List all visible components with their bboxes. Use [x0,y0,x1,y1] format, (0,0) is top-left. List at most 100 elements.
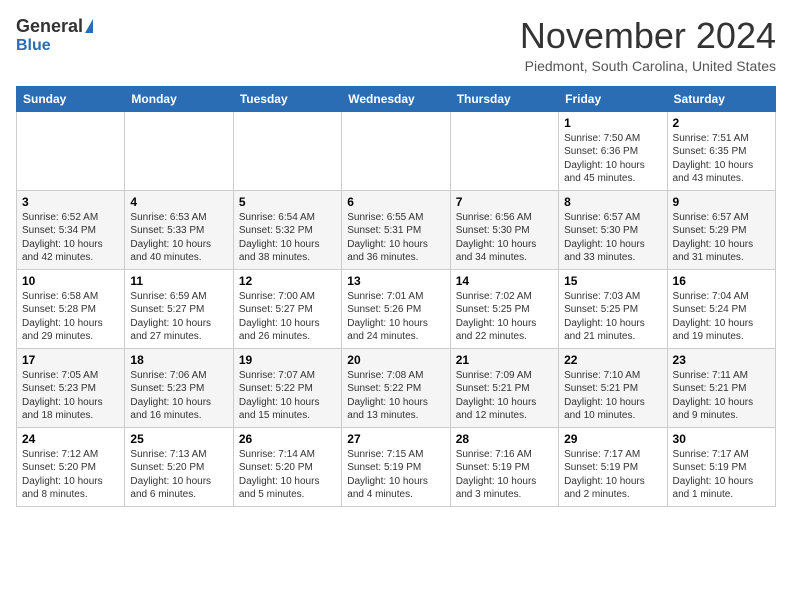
day-info: Sunrise: 7:05 AM Sunset: 5:23 PM Dayligh… [22,369,119,423]
calendar-header-tuesday: Tuesday [233,86,341,111]
day-info: Sunrise: 7:17 AM Sunset: 5:19 PM Dayligh… [673,448,770,502]
day-number: 22 [564,353,661,367]
calendar-cell: 25 Sunrise: 7:13 AM Sunset: 5:20 PM Dayli… [125,427,233,506]
calendar-header-thursday: Thursday [450,86,558,111]
day-info: Sunrise: 7:02 AM Sunset: 5:25 PM Dayligh… [456,290,553,344]
calendar-cell: 17 Sunrise: 7:05 AM Sunset: 5:23 PM Dayli… [17,348,125,427]
day-info: Sunrise: 7:16 AM Sunset: 5:19 PM Dayligh… [456,448,553,502]
calendar-cell: 1 Sunrise: 7:50 AM Sunset: 6:36 PM Daylig… [559,111,667,190]
calendar-cell: 26 Sunrise: 7:14 AM Sunset: 5:20 PM Dayli… [233,427,341,506]
calendar-cell [17,111,125,190]
calendar-cell: 8 Sunrise: 6:57 AM Sunset: 5:30 PM Daylig… [559,190,667,269]
calendar-cell: 6 Sunrise: 6:55 AM Sunset: 5:31 PM Daylig… [342,190,450,269]
day-number: 19 [239,353,336,367]
day-info: Sunrise: 7:08 AM Sunset: 5:22 PM Dayligh… [347,369,444,423]
calendar-cell: 7Sunrise: 6:56 AM Sunset: 5:30 PM Daylig… [450,190,558,269]
logo-general-text: General [16,16,83,37]
day-number: 15 [564,274,661,288]
calendar-cell: 22 Sunrise: 7:10 AM Sunset: 5:21 PM Dayli… [559,348,667,427]
day-info: Sunrise: 7:15 AM Sunset: 5:19 PM Dayligh… [347,448,444,502]
calendar-cell: 10 Sunrise: 6:58 AM Sunset: 5:28 PM Dayli… [17,269,125,348]
day-number: 1 [564,116,661,130]
day-info: Sunrise: 7:03 AM Sunset: 5:25 PM Dayligh… [564,290,661,344]
day-number: 8 [564,195,661,209]
day-number: 3 [22,195,119,209]
calendar-cell: 30Sunrise: 7:17 AM Sunset: 5:19 PM Dayli… [667,427,775,506]
day-number: 10 [22,274,119,288]
day-info: Sunrise: 7:04 AM Sunset: 5:24 PM Dayligh… [673,290,770,344]
day-info: Sunrise: 6:54 AM Sunset: 5:32 PM Dayligh… [239,211,336,265]
day-info: Sunrise: 7:09 AM Sunset: 5:21 PM Dayligh… [456,369,553,423]
day-number: 16 [673,274,770,288]
day-number: 4 [130,195,227,209]
day-info: Sunrise: 6:57 AM Sunset: 5:29 PM Dayligh… [673,211,770,265]
calendar-cell: 16 Sunrise: 7:04 AM Sunset: 5:24 PM Dayli… [667,269,775,348]
day-info: Sunrise: 7:17 AM Sunset: 5:19 PM Dayligh… [564,448,661,502]
calendar-cell: 4Sunrise: 6:53 AM Sunset: 5:33 PM Daylig… [125,190,233,269]
day-number: 20 [347,353,444,367]
day-number: 21 [456,353,553,367]
calendar-cell: 12 Sunrise: 7:00 AM Sunset: 5:27 PM Dayli… [233,269,341,348]
calendar-cell [342,111,450,190]
logo: General Blue [16,16,93,55]
calendar-cell: 23Sunrise: 7:11 AM Sunset: 5:21 PM Dayli… [667,348,775,427]
day-info: Sunrise: 6:59 AM Sunset: 5:27 PM Dayligh… [130,290,227,344]
calendar-cell: 3Sunrise: 6:52 AM Sunset: 5:34 PM Daylig… [17,190,125,269]
calendar-header-friday: Friday [559,86,667,111]
calendar-cell: 14 Sunrise: 7:02 AM Sunset: 5:25 PM Dayli… [450,269,558,348]
location-subtitle: Piedmont, South Carolina, United States [520,58,776,74]
calendar-cell: 24 Sunrise: 7:12 AM Sunset: 5:20 PM Dayli… [17,427,125,506]
calendar-cell: 27 Sunrise: 7:15 AM Sunset: 5:19 PM Dayli… [342,427,450,506]
day-info: Sunrise: 6:58 AM Sunset: 5:28 PM Dayligh… [22,290,119,344]
day-info: Sunrise: 7:01 AM Sunset: 5:26 PM Dayligh… [347,290,444,344]
calendar-cell: 19 Sunrise: 7:07 AM Sunset: 5:22 PM Dayli… [233,348,341,427]
calendar-header-wednesday: Wednesday [342,86,450,111]
month-title: November 2024 [520,16,776,56]
day-number: 2 [673,116,770,130]
day-info: Sunrise: 7:13 AM Sunset: 5:20 PM Dayligh… [130,448,227,502]
day-number: 7 [456,195,553,209]
calendar-cell: 2Sunrise: 7:51 AM Sunset: 6:35 PM Daylig… [667,111,775,190]
page-header: General Blue November 2024 Piedmont, Sou… [16,16,776,74]
calendar-body: 1 Sunrise: 7:50 AM Sunset: 6:36 PM Daylig… [17,111,776,506]
day-number: 11 [130,274,227,288]
day-number: 17 [22,353,119,367]
calendar-cell: 29 Sunrise: 7:17 AM Sunset: 5:19 PM Dayli… [559,427,667,506]
day-number: 18 [130,353,227,367]
day-number: 29 [564,432,661,446]
day-info: Sunrise: 6:57 AM Sunset: 5:30 PM Dayligh… [564,211,661,265]
calendar-cell: 18 Sunrise: 7:06 AM Sunset: 5:23 PM Dayli… [125,348,233,427]
day-info: Sunrise: 7:11 AM Sunset: 5:21 PM Dayligh… [673,369,770,423]
calendar-header-sunday: Sunday [17,86,125,111]
day-info: Sunrise: 6:55 AM Sunset: 5:31 PM Dayligh… [347,211,444,265]
day-number: 26 [239,432,336,446]
calendar-cell: 5 Sunrise: 6:54 AM Sunset: 5:32 PM Daylig… [233,190,341,269]
calendar-cell: 21 Sunrise: 7:09 AM Sunset: 5:21 PM Dayli… [450,348,558,427]
day-number: 14 [456,274,553,288]
calendar-cell: 11 Sunrise: 6:59 AM Sunset: 5:27 PM Dayli… [125,269,233,348]
day-number: 6 [347,195,444,209]
day-number: 28 [456,432,553,446]
day-info: Sunrise: 7:10 AM Sunset: 5:21 PM Dayligh… [564,369,661,423]
day-info: Sunrise: 7:00 AM Sunset: 5:27 PM Dayligh… [239,290,336,344]
day-info: Sunrise: 7:12 AM Sunset: 5:20 PM Dayligh… [22,448,119,502]
day-info: Sunrise: 7:14 AM Sunset: 5:20 PM Dayligh… [239,448,336,502]
day-info: Sunrise: 7:50 AM Sunset: 6:36 PM Dayligh… [564,132,661,186]
calendar-table: SundayMondayTuesdayWednesdayThursdayFrid… [16,86,776,507]
title-block: November 2024 Piedmont, South Carolina, … [520,16,776,74]
calendar-header: SundayMondayTuesdayWednesdayThursdayFrid… [17,86,776,111]
calendar-cell: 13 Sunrise: 7:01 AM Sunset: 5:26 PM Dayli… [342,269,450,348]
calendar-header-monday: Monday [125,86,233,111]
day-number: 25 [130,432,227,446]
day-number: 12 [239,274,336,288]
day-info: Sunrise: 7:06 AM Sunset: 5:23 PM Dayligh… [130,369,227,423]
calendar-cell: 20 Sunrise: 7:08 AM Sunset: 5:22 PM Dayli… [342,348,450,427]
day-info: Sunrise: 7:07 AM Sunset: 5:22 PM Dayligh… [239,369,336,423]
day-number: 13 [347,274,444,288]
day-number: 27 [347,432,444,446]
calendar-cell [125,111,233,190]
day-number: 9 [673,195,770,209]
day-number: 24 [22,432,119,446]
calendar-cell [450,111,558,190]
day-number: 5 [239,195,336,209]
